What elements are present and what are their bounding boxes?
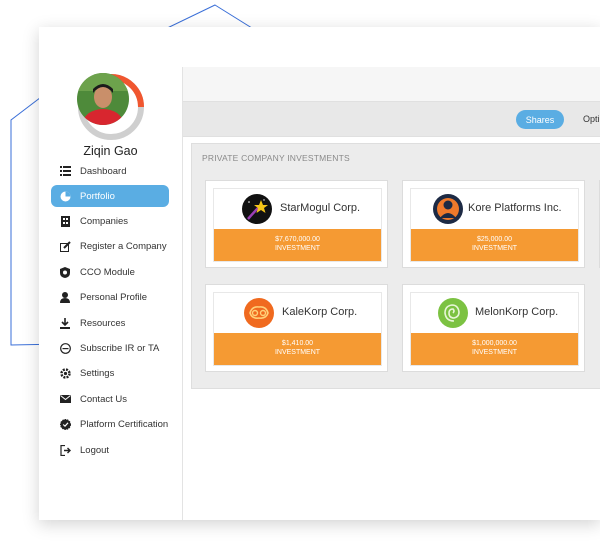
user-name: Ziqin Gao [83, 144, 138, 158]
list-icon [59, 165, 71, 177]
sidebar-item-resources[interactable]: Resources [51, 312, 169, 334]
top-bar [183, 67, 600, 101]
sidebar-item-contact-us[interactable]: Contact Us [51, 388, 169, 410]
sidebar-item-platform-certification[interactable]: Platform Certification [51, 413, 169, 435]
company-name: MelonKorp Corp. [475, 306, 559, 318]
investment-label: INVESTMENT [471, 349, 518, 356]
investment-amount: $7,670,000.00 [275, 236, 320, 243]
sidebar-item-logout[interactable]: Logout [51, 439, 169, 461]
company-name: Kore Platforms Inc. [468, 202, 562, 214]
sidebar-item-label: Platform Certification [80, 418, 169, 430]
investment-amount: $25,000.00 [476, 236, 513, 243]
kore-logo-icon [433, 194, 463, 224]
tab-bar: Shares Opti [183, 101, 600, 137]
sidebar-item-label: Logout [80, 444, 110, 456]
investment-label: INVESTMENT [274, 245, 321, 252]
user-photo [77, 73, 129, 125]
minus-circle-icon [59, 342, 71, 354]
download-icon [59, 317, 71, 329]
sidebar-item-label: Resources [80, 317, 126, 329]
sidebar-item-label: Contact Us [80, 393, 127, 405]
sidebar-item-label: Personal Profile [80, 291, 148, 303]
investment-amount: $1,410.00 [281, 340, 314, 347]
investment-amount: $1,000,000.00 [472, 340, 517, 347]
sidebar-item-register-company[interactable]: Register a Company [51, 235, 169, 257]
avatar[interactable] [77, 73, 145, 141]
sidebar-item-portfolio[interactable]: Portfolio [51, 185, 169, 207]
sidebar-item-label: Settings [80, 367, 115, 379]
pie-chart-icon [59, 190, 71, 202]
tab-shares[interactable]: Shares [516, 110, 564, 129]
sidebar-item-label: CCO Module [80, 266, 135, 278]
app-window: Ziqin Gao Dashboard Portfolio Companies … [39, 27, 600, 520]
sidebar-item-cco-module[interactable]: CCO Module [51, 261, 169, 283]
sidebar: Ziqin Gao Dashboard Portfolio Companies … [39, 67, 183, 520]
panel-title: PRIVATE COMPANY INVESTMENTS [202, 153, 350, 163]
gear-icon [59, 367, 71, 379]
investment-label: INVESTMENT [274, 349, 321, 356]
tab-options[interactable]: Opti [583, 114, 600, 124]
investment-amount-box: $1,410.00 INVESTMENT [214, 333, 381, 365]
investment-amount-box: $7,670,000.00 INVESTMENT [214, 229, 381, 261]
sidebar-item-label: Dashboard [80, 165, 127, 177]
sidebar-item-label: Subscribe IR or TA [80, 342, 160, 354]
sidebar-item-dashboard[interactable]: Dashboard [51, 160, 169, 182]
building-icon [59, 215, 71, 227]
shield-icon [59, 266, 71, 278]
investment-card-kore[interactable]: Kore Platforms Inc. $25,000.00 INVESTMEN… [402, 180, 585, 268]
sidebar-item-settings[interactable]: Settings [51, 362, 169, 384]
company-name: KaleKorp Corp. [282, 306, 358, 318]
logout-icon [59, 444, 71, 456]
sidebar-item-label: Portfolio [80, 190, 115, 202]
sidebar-item-label: Companies [80, 215, 129, 227]
kalekorp-logo-icon [244, 298, 274, 328]
edit-icon [59, 240, 71, 252]
sidebar-item-personal-profile[interactable]: Personal Profile [51, 286, 169, 308]
main-content: Shares Opti PRIVATE COMPANY INVESTMENTS … [183, 67, 600, 520]
user-icon [59, 291, 71, 303]
sidebar-item-companies[interactable]: Companies [51, 210, 169, 232]
private-investments-panel: PRIVATE COMPANY INVESTMENTS StarMogul Co… [191, 143, 600, 389]
sidebar-item-subscribe[interactable]: Subscribe IR or TA [51, 337, 169, 359]
badge-icon [59, 418, 71, 430]
investment-card-starmogul[interactable]: StarMogul Corp. $7,670,000.00 INVESTMENT [205, 180, 388, 268]
company-name: StarMogul Corp. [280, 202, 361, 214]
sidebar-item-label: Register a Company [80, 240, 167, 252]
mail-icon [59, 393, 71, 405]
melonkorp-logo-icon [438, 298, 468, 328]
investment-card-melonkorp[interactable]: MelonKorp Corp. $1,000,000.00 INVESTMENT [402, 284, 585, 372]
investment-amount-box: $25,000.00 INVESTMENT [411, 229, 578, 261]
investment-amount-box: $1,000,000.00 INVESTMENT [411, 333, 578, 365]
investment-card-kalekorp[interactable]: KaleKorp Corp. $1,410.00 INVESTMENT [205, 284, 388, 372]
starmogul-logo-icon [242, 194, 272, 224]
investment-label: INVESTMENT [471, 245, 518, 252]
